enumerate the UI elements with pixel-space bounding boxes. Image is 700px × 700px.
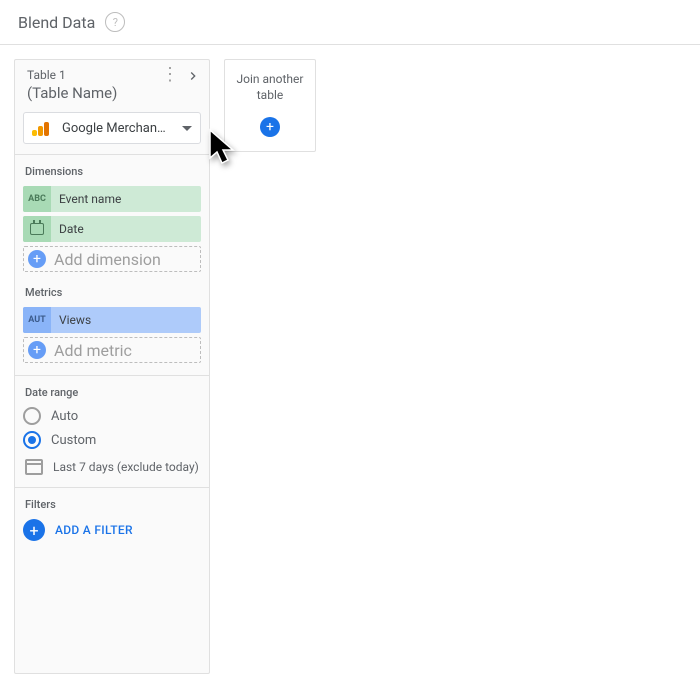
plus-icon: +: [260, 117, 280, 137]
help-icon[interactable]: ?: [105, 12, 125, 32]
date-range-custom-radio[interactable]: Custom: [23, 431, 201, 449]
calendar-icon: [25, 459, 43, 475]
dimension-label: Date: [51, 222, 84, 236]
table-name[interactable]: (Table Name): [27, 84, 197, 102]
metrics-heading: Metrics: [23, 286, 201, 299]
more-vert-icon[interactable]: ⋮: [161, 68, 179, 82]
data-source-label: Google Merchan…: [62, 121, 176, 136]
blend-canvas: Table 1 (Table Name) ⋮ Google Merchan… D…: [0, 45, 700, 688]
radio-icon: [23, 431, 41, 449]
dimension-chip-date[interactable]: Date: [23, 216, 201, 242]
dimensions-section: Dimensions ABC Event name Date + Add dim…: [15, 154, 209, 375]
add-dimension-button[interactable]: + Add dimension: [23, 246, 201, 272]
text-type-icon: ABC: [23, 186, 51, 212]
dimensions-heading: Dimensions: [23, 165, 201, 178]
join-another-table-button[interactable]: Join another table +: [224, 59, 316, 152]
dropdown-caret-icon: [182, 126, 192, 131]
plus-icon: +: [28, 341, 46, 359]
filters-heading: Filters: [23, 498, 201, 511]
join-label: Join another table: [231, 72, 309, 103]
filters-section: Filters + ADD A FILTER: [15, 487, 209, 553]
add-filter-button[interactable]: + ADD A FILTER: [23, 519, 201, 541]
chevron-right-icon[interactable]: [185, 68, 201, 88]
add-dimension-label: Add dimension: [46, 250, 161, 269]
metric-chip-views[interactable]: AUT Views: [23, 307, 201, 333]
date-range-section: Date range Auto Custom Last 7 days (excl…: [15, 375, 209, 487]
table-header: Table 1 (Table Name) ⋮: [15, 60, 209, 112]
date-range-heading: Date range: [23, 386, 201, 399]
date-range-picker[interactable]: Last 7 days (exclude today): [23, 459, 201, 475]
add-metric-button[interactable]: + Add metric: [23, 337, 201, 363]
radio-icon: [23, 407, 41, 425]
date-range-auto-radio[interactable]: Auto: [23, 407, 201, 425]
auto-type-icon: AUT: [23, 307, 51, 333]
date-range-value: Last 7 days (exclude today): [53, 460, 199, 474]
metric-label: Views: [51, 313, 91, 327]
radio-label: Custom: [51, 433, 96, 448]
dimension-chip-event-name[interactable]: ABC Event name: [23, 186, 201, 212]
add-filter-label: ADD A FILTER: [55, 523, 133, 537]
plus-icon: +: [23, 519, 45, 541]
add-metric-label: Add metric: [46, 341, 132, 360]
table-card-1: Table 1 (Table Name) ⋮ Google Merchan… D…: [14, 59, 210, 674]
data-source-select[interactable]: Google Merchan…: [23, 112, 201, 144]
radio-label: Auto: [51, 409, 78, 424]
google-analytics-icon: [32, 118, 52, 138]
dimension-label: Event name: [51, 192, 121, 206]
empty-space: [15, 553, 209, 673]
page-title: Blend Data: [18, 13, 95, 32]
page-header: Blend Data ?: [0, 0, 700, 45]
plus-icon: +: [28, 250, 46, 268]
calendar-type-icon: [23, 216, 51, 242]
